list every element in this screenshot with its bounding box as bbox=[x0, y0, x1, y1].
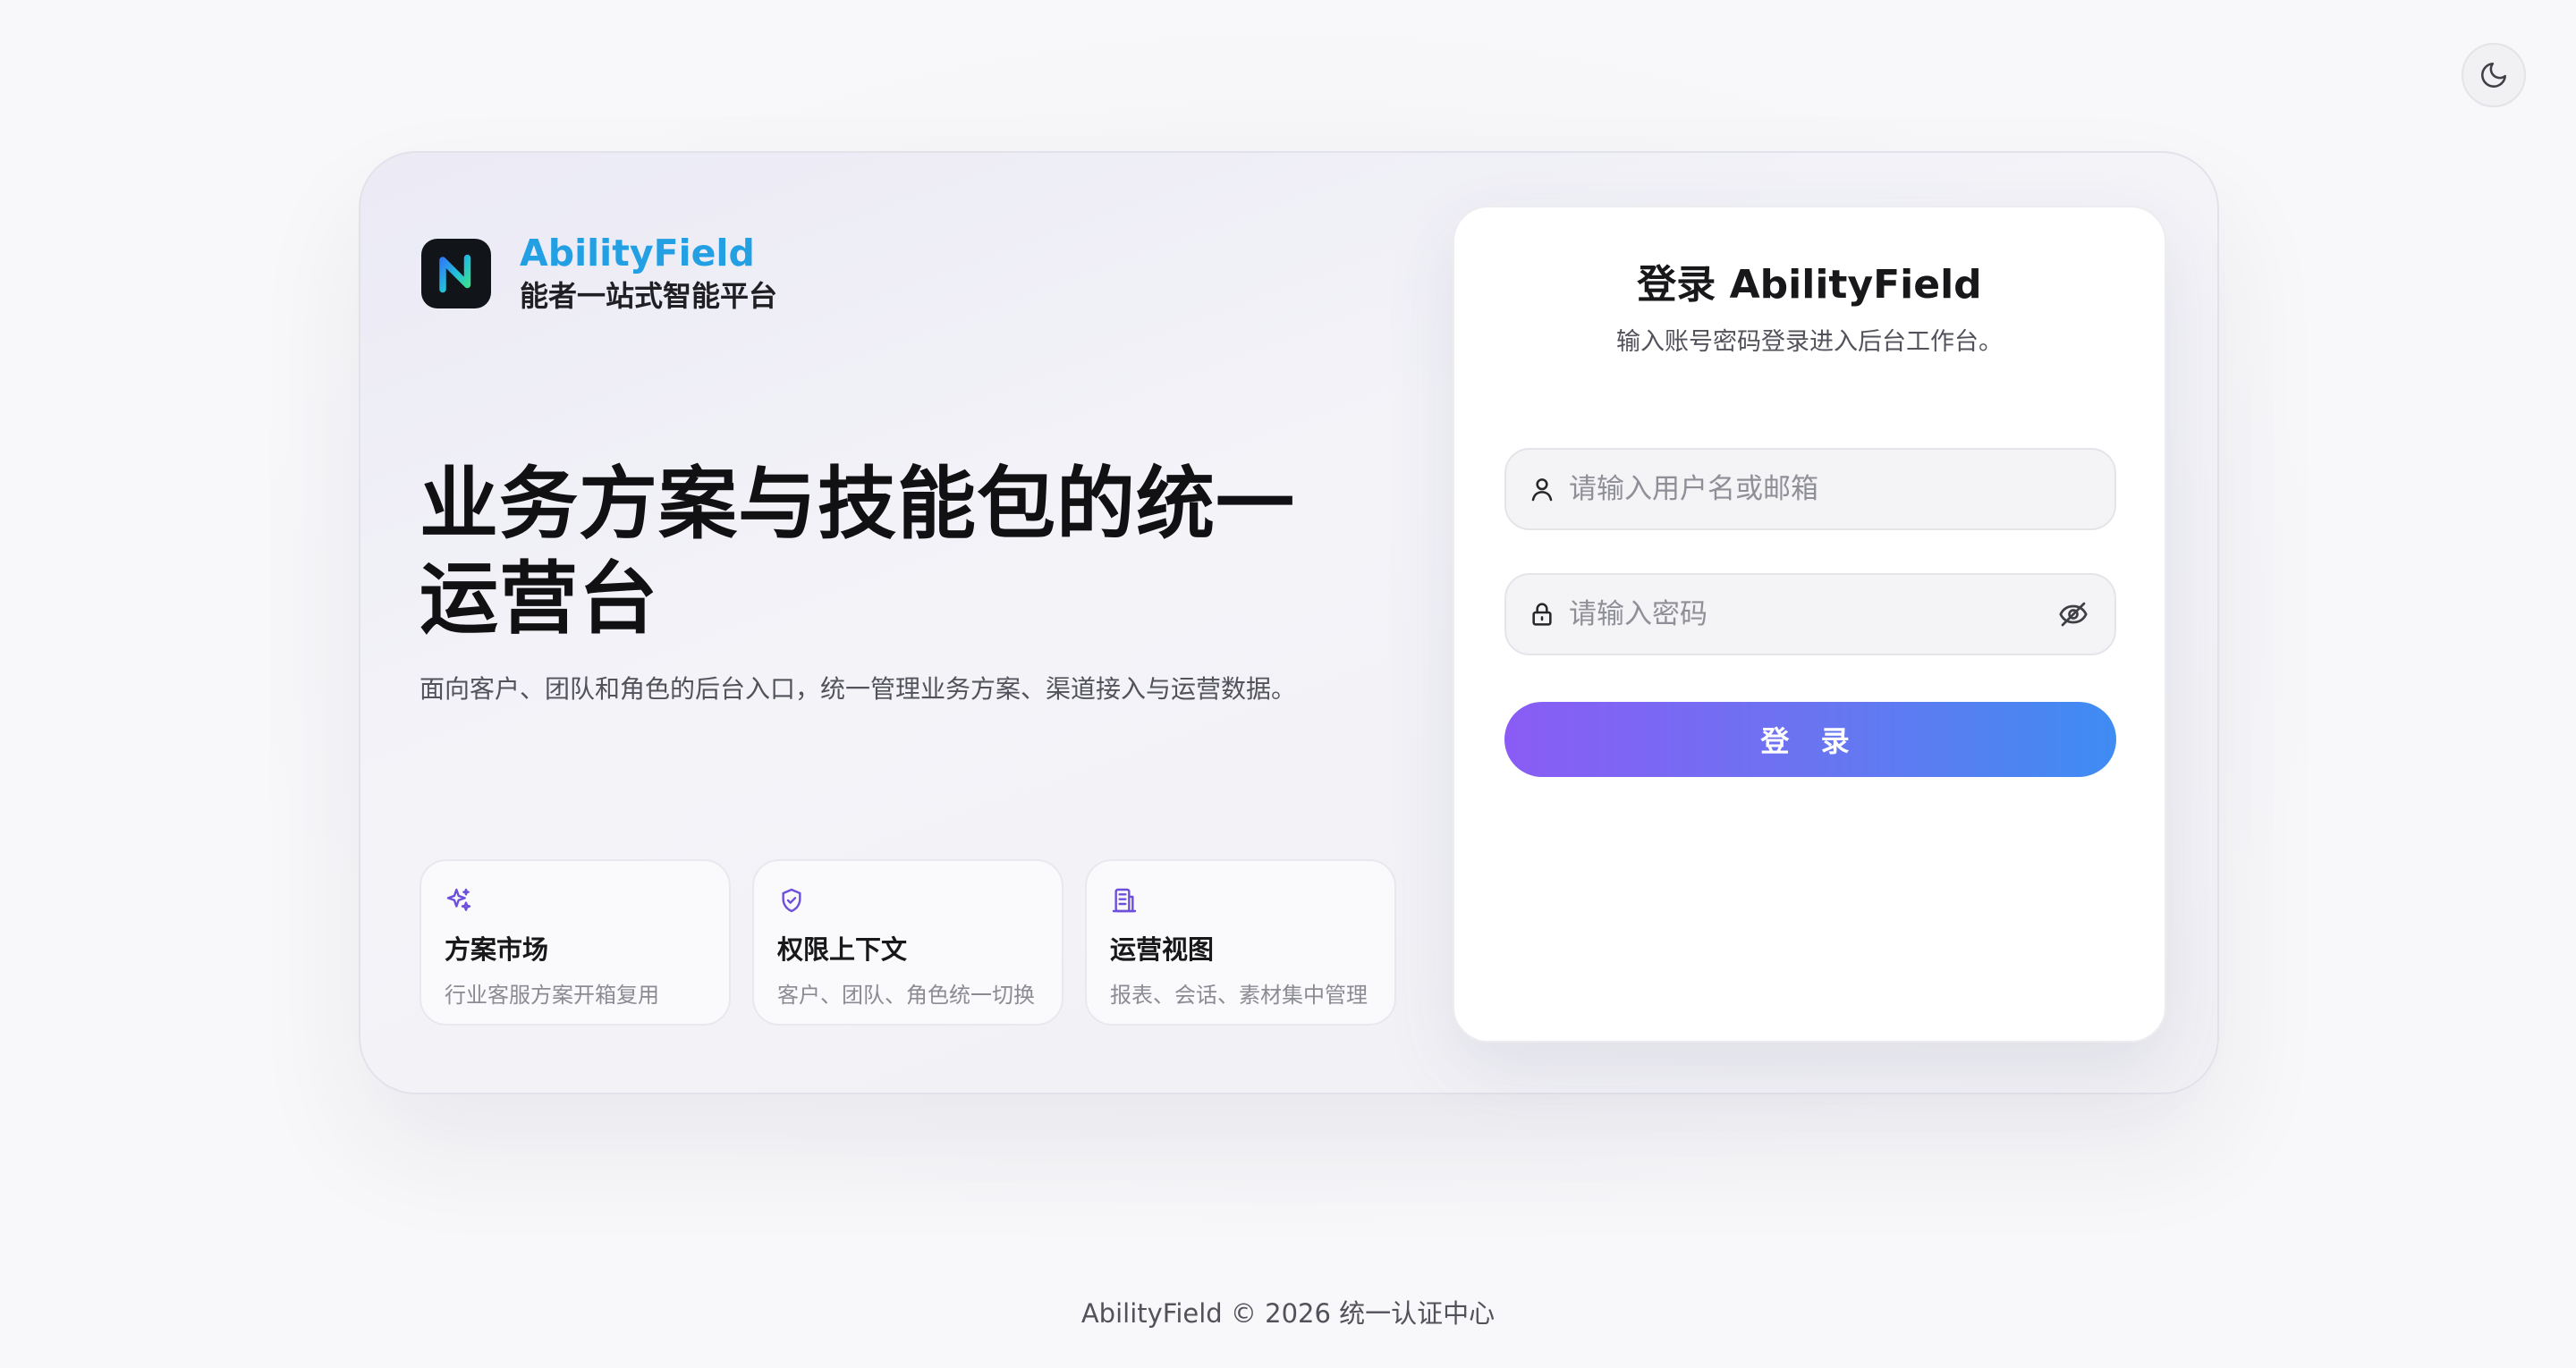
username-field[interactable] bbox=[1504, 448, 2116, 530]
theme-toggle-button[interactable] bbox=[2462, 43, 2526, 107]
user-icon bbox=[1531, 478, 1553, 502]
moon-icon bbox=[2481, 62, 2507, 88]
feature-title: 运营视图 bbox=[1110, 934, 1215, 965]
hero-subtitle: 面向客户、团队和角色的后台入口，统一管理业务方案、渠道接入与运营数据。 bbox=[419, 674, 1297, 704]
hero-title-line1: 业务方案与技能包的统一 bbox=[419, 458, 1296, 550]
feature-card-market: 方案市场 行业客服方案开箱复用 bbox=[419, 859, 731, 1026]
feature-desc: 报表、会话、素材集中管理 bbox=[1110, 983, 1368, 1008]
brand-subtitle: 能者一站式智能平台 bbox=[520, 279, 778, 313]
login-title: 登录 AbilityField bbox=[1637, 262, 1982, 308]
eye-off-icon[interactable] bbox=[2057, 598, 2089, 630]
login-subtitle: 输入账号密码登录进入后台工作台。 bbox=[1616, 328, 2003, 356]
feature-desc: 行业客服方案开箱复用 bbox=[445, 983, 659, 1008]
main-card: AbilityField 能者一站式智能平台 业务方案与技能包的统一 运营台 面… bbox=[359, 151, 2219, 1094]
password-input[interactable] bbox=[1569, 575, 2057, 654]
shield-check-icon bbox=[782, 888, 801, 913]
login-button[interactable]: 登 录 bbox=[1504, 702, 2116, 777]
username-input[interactable] bbox=[1569, 450, 2114, 528]
footer-text: AbilityField © 2026 统一认证中心 bbox=[1080, 1298, 1496, 1329]
feature-card-operations: 运营视图 报表、会话、素材集中管理 bbox=[1085, 859, 1396, 1026]
feature-list: 方案市场 行业客服方案开箱复用 权限上下文 客户、团队、角色统一切换 运营视图 … bbox=[419, 859, 1396, 1026]
building-icon bbox=[1112, 888, 1137, 913]
feature-title: 权限上下文 bbox=[777, 934, 908, 965]
brand: AbilityField 能者一站式智能平台 bbox=[421, 232, 777, 316]
lock-icon bbox=[1532, 603, 1552, 626]
login-panel: 登录 AbilityField 输入账号密码登录进入后台工作台。 请输入用户名或… bbox=[1453, 206, 2166, 1043]
feature-card-permissions: 权限上下文 客户、团队、角色统一切换 bbox=[752, 859, 1063, 1026]
brand-name: AbilityField bbox=[520, 232, 755, 274]
feature-desc: 客户、团队、角色统一切换 bbox=[777, 983, 1035, 1008]
login-page: AbilityField 能者一站式智能平台 业务方案与技能包的统一 运营台 面… bbox=[0, 0, 2576, 1368]
feature-title: 方案市场 bbox=[445, 934, 549, 965]
logo-icon bbox=[421, 239, 491, 308]
password-field[interactable] bbox=[1504, 573, 2116, 655]
hero-title-line2: 运营台 bbox=[419, 553, 659, 645]
sparkles-icon bbox=[446, 888, 471, 911]
hero-title: 业务方案与技能包的统一 运营台 bbox=[419, 457, 1359, 646]
